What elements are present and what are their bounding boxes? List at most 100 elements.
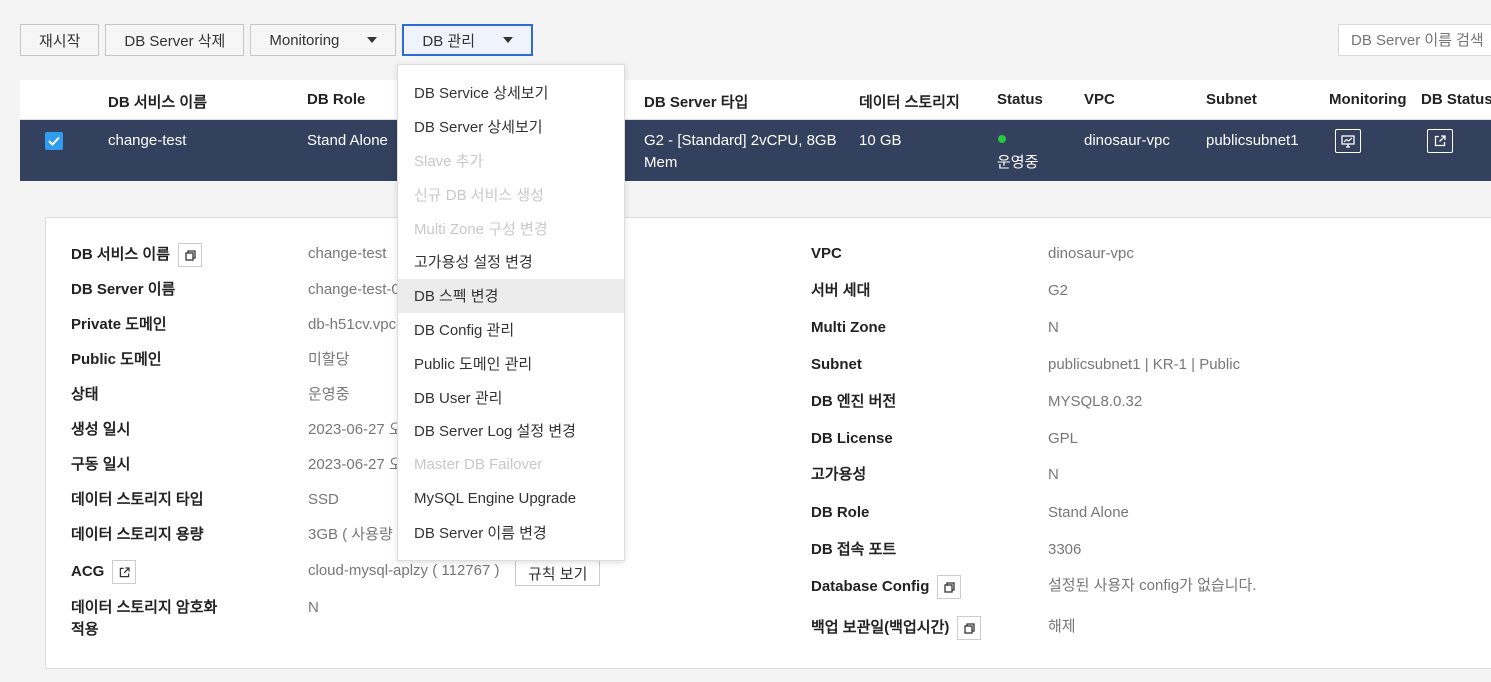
detail-value: cloud-mysql-aplzy ( 112767 ) — [308, 562, 500, 579]
detail-label: Private 도메인 — [71, 316, 167, 333]
detail-value: 운영중 — [308, 386, 350, 403]
menu-item-db-user[interactable]: DB User 관리 — [398, 380, 624, 414]
db-status-icon-button[interactable] — [1427, 129, 1453, 153]
delete-server-button[interactable]: DB Server 삭제 — [105, 24, 245, 56]
column-header[interactable]: 데이터 스토리지 — [859, 91, 960, 112]
copy-icon[interactable] — [178, 243, 203, 267]
menu-item-engine-upgrade[interactable]: MySQL Engine Upgrade — [398, 482, 624, 516]
detail-value: 2023-06-27 오 — [308, 456, 403, 473]
column-header[interactable]: VPC — [1084, 91, 1115, 108]
menu-item-rename-server[interactable]: DB Server 이름 변경 — [398, 515, 624, 549]
external-link-icon — [1434, 135, 1446, 147]
detail-label: Multi Zone — [811, 319, 886, 336]
check-icon — [48, 136, 60, 146]
column-header[interactable]: Subnet — [1206, 91, 1257, 108]
menu-item-db-config[interactable]: DB Config 관리 — [398, 313, 624, 347]
cell-role: Stand Alone — [307, 132, 388, 149]
detail-value: N — [1048, 319, 1059, 336]
detail-value: 설정된 사용자 config가 없습니다. — [1048, 577, 1257, 594]
column-header[interactable]: DB 서비스 이름 — [108, 91, 207, 112]
detail-value: dinosaur-vpc — [1048, 245, 1134, 262]
column-header[interactable]: Monitoring — [1329, 91, 1406, 108]
menu-item-ha-settings[interactable]: 고가용성 설정 변경 — [398, 245, 624, 279]
detail-label: 상태 — [71, 386, 99, 403]
table-row[interactable]: change-test Stand Alone G2 - [Standard] … — [20, 120, 1491, 181]
detail-value: 3306 — [1048, 541, 1082, 558]
chevron-down-icon — [367, 37, 378, 43]
detail-value: 해제 — [1048, 618, 1076, 635]
copy-icon[interactable] — [937, 575, 962, 599]
cell-service-name: change-test — [108, 132, 187, 149]
detail-label: DB 서비스 이름 — [71, 243, 203, 267]
server-detail-panel: DB 서비스 이름 change-test DB Server 이름 chang… — [45, 217, 1491, 669]
detail-value: MYSQL8.0.32 — [1048, 393, 1143, 410]
menu-item-change-spec[interactable]: DB 스펙 변경 — [398, 278, 624, 313]
detail-label: Database Config — [811, 575, 962, 599]
view-rules-button[interactable]: 규칙 보기 — [515, 560, 601, 586]
restart-button[interactable]: 재시작 — [20, 24, 100, 56]
monitoring-label: Monitoring — [269, 31, 340, 49]
detail-value: publicsubnet1 | KR-1 | Public — [1048, 356, 1241, 373]
monitor-chart-icon — [1341, 134, 1355, 148]
detail-label: 구동 일시 — [71, 456, 131, 473]
column-header[interactable]: DB Role — [307, 91, 365, 108]
detail-value: GPL — [1048, 430, 1079, 447]
detail-label: Public 도메인 — [71, 351, 162, 368]
detail-label: ACG — [71, 560, 137, 584]
detail-value: change-test — [308, 245, 387, 262]
detail-value: db-h51cv.vpc- — [308, 316, 402, 333]
column-header[interactable]: Status — [997, 91, 1043, 108]
detail-label: 데이터 스토리지 용량 — [71, 526, 204, 543]
detail-value: 3GB ( 사용량 — [308, 526, 393, 543]
menu-item-master-failover: Master DB Failover — [414, 456, 543, 474]
detail-label: Subnet — [811, 356, 862, 373]
copy-icon[interactable] — [957, 616, 982, 640]
detail-value: 미할당 — [308, 351, 350, 368]
server-search-input[interactable] — [1338, 24, 1491, 56]
cell-subnet: publicsubnet1 — [1206, 132, 1299, 149]
status-text: 운영중 — [997, 154, 1039, 171]
table-header: DB 서비스 이름 DB Role DB Server 타입 데이터 스토리지 … — [20, 80, 1491, 120]
db-manage-menu: DB Service 상세보기 DB Server 상세보기 Slave 추가 … — [397, 64, 625, 561]
detail-value: N — [308, 599, 319, 616]
detail-value: Stand Alone — [1048, 504, 1129, 521]
server-type-line2: Mem — [644, 154, 678, 171]
menu-item-db-server-detail[interactable]: DB Server 상세보기 — [398, 110, 624, 144]
cell-storage: 10 GB — [859, 132, 902, 149]
menu-item-new-db-service: 신규 DB 서비스 생성 — [414, 186, 544, 204]
detail-label: 백업 보관일(백업시간) — [811, 616, 982, 640]
detail-label: DB 접속 포트 — [811, 541, 897, 558]
status-dot-icon — [998, 135, 1006, 143]
column-header[interactable]: DB Server 타입 — [644, 91, 748, 112]
menu-item-server-log[interactable]: DB Server Log 설정 변경 — [398, 414, 624, 448]
detail-label: DB 엔진 버전 — [811, 393, 897, 410]
detail-value: G2 — [1048, 282, 1069, 299]
detail-label: DB License — [811, 430, 893, 447]
detail-value: 2023-06-27 오 — [308, 421, 403, 438]
chevron-down-icon — [503, 37, 514, 43]
detail-value: N — [1048, 466, 1059, 483]
menu-item-db-service-detail[interactable]: DB Service 상세보기 — [398, 76, 624, 110]
detail-label: VPC — [811, 245, 842, 262]
detail-label: DB Server 이름 — [71, 281, 176, 298]
action-toolbar: 재시작 DB Server 삭제 Monitoring DB 관리 — [20, 24, 534, 56]
monitoring-icon-button[interactable] — [1335, 129, 1361, 153]
detail-label: 데이터 스토리지 타입 — [71, 491, 204, 508]
monitoring-dropdown-button[interactable]: Monitoring — [250, 24, 397, 56]
detail-value: change-test-0 — [308, 281, 400, 298]
menu-item-add-slave: Slave 추가 — [414, 152, 484, 170]
db-manage-label: DB 관리 — [422, 32, 476, 50]
server-table: DB 서비스 이름 DB Role DB Server 타입 데이터 스토리지 … — [20, 80, 1491, 181]
menu-item-multi-zone: Multi Zone 구성 변경 — [414, 220, 548, 238]
column-header[interactable]: DB Status — [1421, 91, 1491, 108]
detail-label: 고가용성 — [811, 466, 867, 483]
db-manage-dropdown-button[interactable]: DB 관리 — [402, 24, 534, 56]
detail-label: 생성 일시 — [71, 421, 131, 438]
server-type-line1: G2 - [Standard] 2vCPU, 8GB — [644, 132, 837, 149]
row-checkbox[interactable] — [45, 132, 63, 150]
menu-item-public-domain[interactable]: Public 도메인 관리 — [398, 346, 624, 380]
detail-label: 데이터 스토리지 암호화 적용 — [71, 599, 218, 638]
detail-value: SSD — [308, 491, 339, 508]
external-link-icon[interactable] — [112, 560, 137, 584]
detail-label: 서버 세대 — [811, 282, 871, 299]
